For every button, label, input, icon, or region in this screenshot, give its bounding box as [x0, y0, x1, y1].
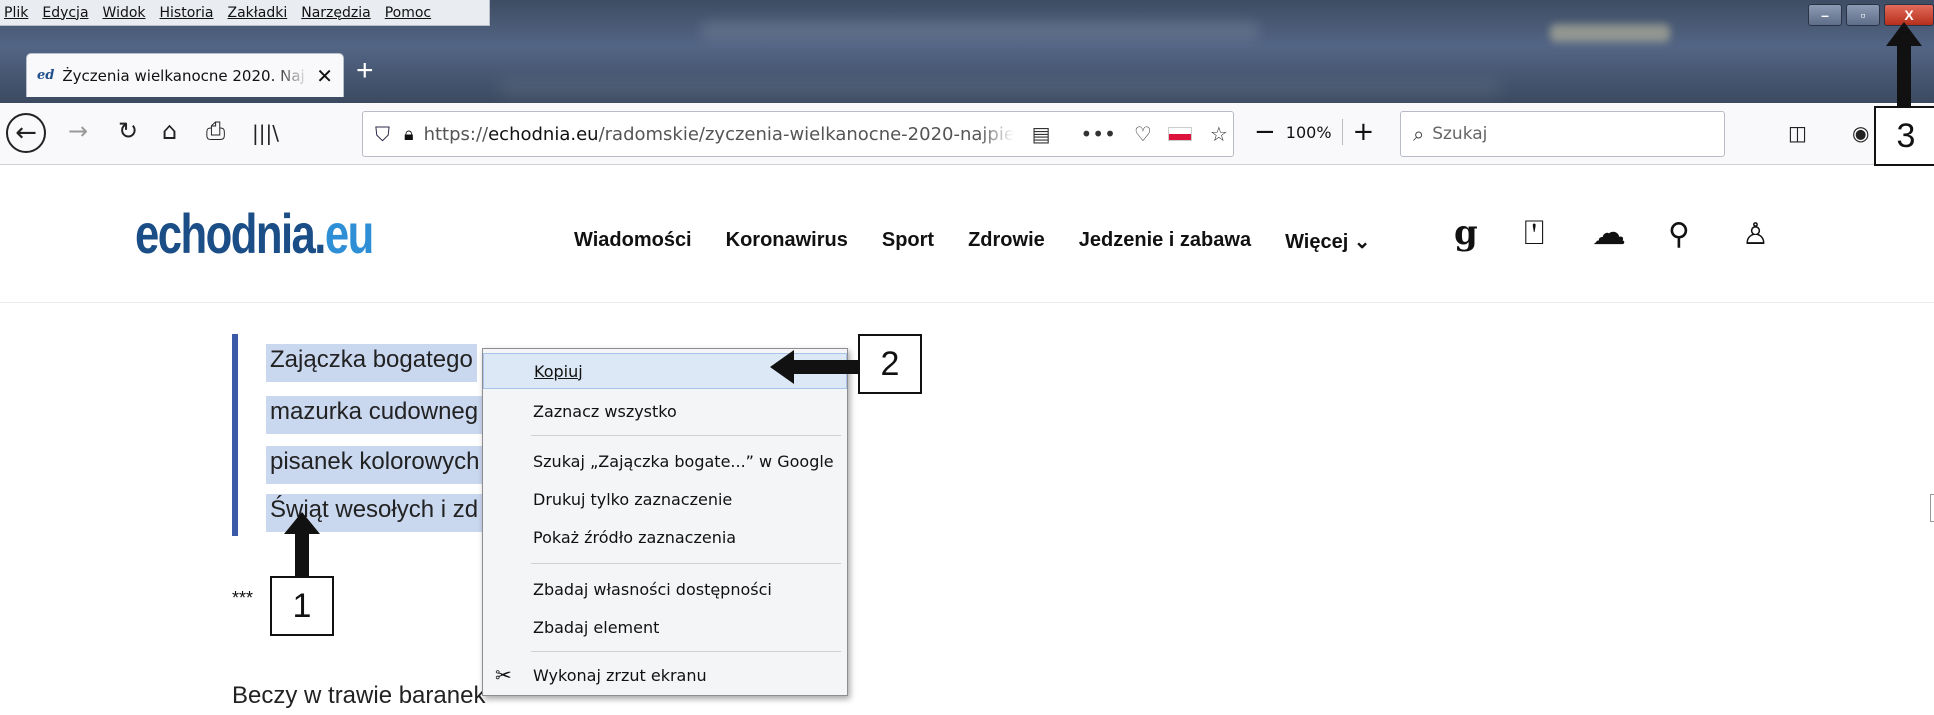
menu-item-view-selection-source[interactable]: Pokaż źródło zaznaczenia — [483, 519, 847, 555]
weather-icon[interactable]: ☁ — [1592, 213, 1626, 253]
pocket-icon[interactable]: ♡ — [1134, 122, 1152, 146]
sidebar-icon[interactable]: ◫ — [1788, 121, 1807, 145]
menu-item-label: Zbadaj element — [533, 617, 660, 637]
menu-separator — [531, 563, 841, 564]
address-bar[interactable]: ⛉ 🔒︎ https://echodnia.eu/radomskie/zycze… — [362, 111, 1234, 157]
scrollbar-nub[interactable] — [1930, 494, 1934, 522]
menu-zakladki[interactable]: Zakładki — [228, 5, 288, 21]
browser-tab[interactable]: ed Życzenia wielkanocne 2020. Naj ✕ — [26, 53, 344, 97]
reader-view-icon[interactable]: ▤ — [1032, 122, 1051, 146]
tracking-shield-icon[interactable]: ⛉ — [375, 122, 390, 146]
menu-edycja[interactable]: Edycja — [42, 5, 88, 21]
arrow-up-icon — [284, 512, 320, 578]
arrow-left-icon — [770, 350, 860, 384]
menu-item-label: Szukaj „Zajączka bogate...” w Google — [533, 451, 834, 471]
site-navigation: Wiadomości Koronawirus Sport Zdrowie Jed… — [574, 229, 1371, 254]
nav-zdrowie[interactable]: Zdrowie — [968, 229, 1045, 254]
menu-item-screenshot[interactable]: ✂ Wykonaj zrzut ekranu — [483, 657, 847, 693]
tab-close-icon[interactable]: ✕ — [316, 64, 333, 88]
callout-2: 2 — [858, 334, 922, 394]
print-icon[interactable]: ⎙ — [206, 117, 225, 145]
forward-icon[interactable]: → — [68, 117, 88, 145]
new-tab-button[interactable]: + — [356, 54, 374, 88]
account-icon[interactable]: ◉ — [1852, 121, 1869, 145]
site-search-icon[interactable]: ⚲ — [1668, 217, 1690, 252]
url-text[interactable]: https://echodnia.eu/radomskie/zyczenia-w… — [424, 124, 1014, 145]
restore-button[interactable]: ▫ — [1846, 4, 1880, 26]
url-path: /radomskie/zyczenia-wielkanocne-2020-naj… — [598, 123, 1014, 145]
blurred-bookmarks-region — [500, 80, 1500, 96]
menu-item-print-selection[interactable]: Drukuj tylko zaznaczenie — [483, 481, 847, 517]
menu-separator — [531, 651, 841, 652]
tv-icon[interactable]: ⍞ — [1524, 213, 1544, 253]
zoom-controls: − 100% + — [1254, 119, 1374, 145]
site-header: echodnia.eu Wiadomości Koronawirus Sport… — [0, 165, 1934, 303]
menu-narzedzia[interactable]: Narzędzia — [301, 5, 370, 21]
nav-sport[interactable]: Sport — [882, 229, 934, 254]
library-icon[interactable]: |||\ — [252, 121, 279, 145]
user-icon[interactable]: ♙ — [1742, 217, 1769, 252]
gazeta-g-icon[interactable]: g — [1454, 213, 1478, 253]
menu-widok[interactable]: Widok — [103, 5, 146, 21]
blurred-title-region — [700, 20, 1260, 40]
menu-item-label: Drukuj tylko zaznaczenie — [533, 489, 733, 509]
nav-koronawirus[interactable]: Koronawirus — [726, 229, 848, 254]
site-logo[interactable]: echodnia.eu — [135, 201, 374, 266]
zoom-separator — [1341, 119, 1343, 145]
logo-main: echodnia. — [135, 202, 326, 265]
page-actions-icon[interactable]: ••• — [1080, 122, 1115, 146]
menu-separator — [531, 435, 841, 436]
poem-line[interactable]: Zajączka bogatego — [266, 344, 477, 382]
menu-item-inspect-element[interactable]: Zbadaj element — [483, 609, 847, 645]
arrow-up-icon — [1886, 22, 1922, 106]
poem-line[interactable]: pisanek kolorowych — [266, 446, 484, 484]
polish-flag-icon[interactable] — [1167, 127, 1192, 141]
callout-1: 1 — [270, 576, 334, 636]
nav-wiecej[interactable]: Więcej ⌄ — [1285, 229, 1371, 254]
section-separator: *** — [232, 588, 254, 608]
nav-jedzenie-i-zabawa[interactable]: Jedzenie i zabawa — [1079, 229, 1251, 254]
quote-bar — [232, 334, 238, 536]
tab-title: Życzenia wielkanocne 2020. Naj — [62, 66, 305, 85]
search-placeholder: Szukaj — [1432, 124, 1488, 144]
home-icon[interactable]: ⌂ — [162, 117, 177, 145]
poem-line[interactable]: mazurka cudowneg — [266, 396, 483, 434]
search-icon: ⌕ — [1413, 122, 1425, 146]
menu-bar: Plik Edycja Widok Historia Zakładki Narz… — [0, 0, 490, 26]
menu-item-select-all[interactable]: Zaznacz wszystko — [483, 393, 847, 429]
menu-item-label: Wykonaj zrzut ekranu — [533, 665, 707, 685]
menu-plik[interactable]: Plik — [4, 5, 28, 21]
scissors-icon: ✂ — [495, 663, 512, 687]
minimize-button[interactable]: – — [1808, 4, 1842, 26]
zoom-out-button[interactable]: − — [1254, 119, 1276, 145]
menu-item-label: Zaznacz wszystko — [533, 401, 677, 421]
site-favicon: ed — [37, 68, 55, 83]
back-icon[interactable]: ← — [6, 113, 46, 153]
blurred-badge-region — [1550, 24, 1670, 42]
zoom-in-button[interactable]: + — [1353, 119, 1375, 145]
menu-item-label: Pokaż źródło zaznaczenia — [533, 527, 737, 547]
callout-3: 3 — [1874, 106, 1934, 166]
navigation-toolbar: ← → ↻ ⌂ ⎙ |||\ ⛉ 🔒︎ https://echodnia.eu/… — [0, 103, 1934, 165]
menu-item-label: Kopiuj — [534, 361, 583, 381]
article-text[interactable]: Beczy w trawie baranek — [232, 682, 485, 710]
url-prefix: https:// — [423, 123, 489, 145]
search-bar[interactable]: ⌕ Szukaj — [1400, 111, 1725, 157]
bookmark-star-icon[interactable]: ☆ — [1210, 122, 1228, 146]
lock-icon[interactable]: 🔒︎ — [404, 124, 414, 145]
menu-item-inspect-accessibility[interactable]: Zbadaj własności dostępności — [483, 571, 847, 607]
zoom-level[interactable]: 100% — [1286, 123, 1332, 142]
context-menu: Kopiuj Zaznacz wszystko Szukaj „Zajączka… — [482, 348, 848, 696]
menu-pomoc[interactable]: Pomoc — [385, 5, 431, 21]
logo-tld: eu — [324, 202, 374, 265]
menu-historia[interactable]: Historia — [160, 5, 214, 21]
url-domain: echodnia.eu — [488, 123, 599, 145]
reload-icon[interactable]: ↻ — [118, 117, 138, 145]
menu-item-label: Zbadaj własności dostępności — [533, 579, 772, 599]
menu-item-search-google[interactable]: Szukaj „Zajączka bogate...” w Google — [483, 443, 847, 479]
nav-wiadomosci[interactable]: Wiadomości — [574, 229, 692, 254]
